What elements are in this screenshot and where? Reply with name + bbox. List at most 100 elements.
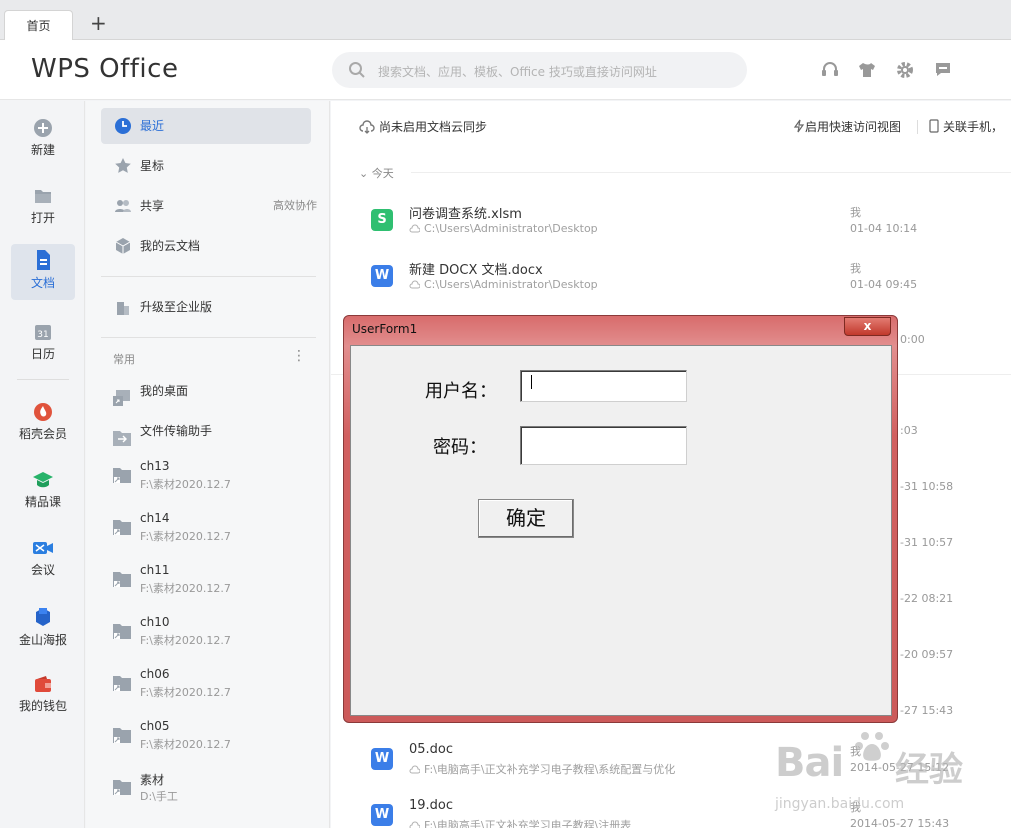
common-more-icon[interactable]: ⋮ xyxy=(292,349,306,363)
folder-item[interactable]: ch14 F:\素材2020.12.7 xyxy=(113,511,313,555)
folder-path: F:\素材2020.12.7 xyxy=(140,478,231,491)
gear-icon[interactable] xyxy=(895,60,915,80)
ok-button[interactable]: 确定 xyxy=(478,499,574,538)
message-icon[interactable] xyxy=(933,60,953,80)
spreadsheet-file-icon: S xyxy=(371,209,393,231)
leftbar-poster[interactable]: 金山海报 xyxy=(11,601,75,657)
leftbar-course[interactable]: 精品课 xyxy=(11,465,75,521)
file-path: C:\Users\Administrator\Desktop xyxy=(409,278,598,291)
search-bar[interactable]: 搜索文档、应用、模板、Office 技巧或直接访问网址 xyxy=(332,52,747,88)
folder-name: ch06 xyxy=(140,667,170,681)
leftbar-open-label: 打开 xyxy=(30,211,55,225)
app-header: WPS Office 搜索文档、应用、模板、Office 技巧或直接访问网址 xyxy=(0,40,1011,100)
leftbar-member[interactable]: 稻壳会员 xyxy=(11,397,75,453)
leftbar-new[interactable]: 新建 xyxy=(11,113,75,169)
folder-shortcut-icon xyxy=(113,624,131,639)
file-row[interactable]: S 问卷调查系统.xlsm C:\Users\Administrator\Des… xyxy=(371,203,1011,259)
nav-divider xyxy=(101,276,316,277)
meeting-icon xyxy=(33,542,53,554)
quick-view-toggle[interactable]: 启用快速访问视图 xyxy=(793,118,901,135)
collaboration-link[interactable]: 高效协作 xyxy=(273,188,317,224)
folder-path: F:\素材2020.12.7 xyxy=(140,530,231,543)
dialog-title: UserForm1 xyxy=(352,322,418,336)
today-group-header[interactable]: ⌄ 今天 xyxy=(359,165,394,181)
leftbar-meeting[interactable]: 会议 xyxy=(11,533,75,589)
common-section-label: 常用 xyxy=(113,353,135,366)
paw-icon xyxy=(855,732,889,761)
file-path-text: F:\电脑高手\正文补充学习电子教程\系统配置与优化 xyxy=(424,763,676,776)
folder-item[interactable]: ch06 F:\素材2020.12.7 xyxy=(113,667,313,711)
folder-name: 文件传输助手 xyxy=(140,424,213,438)
nav-cloud-docs[interactable]: 我的云文档 xyxy=(101,228,311,264)
wallet-icon xyxy=(35,676,51,692)
folder-item[interactable]: 素材 D:\手工 xyxy=(113,771,313,815)
file-owner: 我 xyxy=(850,206,861,219)
add-tab-button[interactable]: + xyxy=(90,12,107,34)
folder-name: ch10 xyxy=(140,615,170,629)
folder-item[interactable]: ch11 F:\素材2020.12.7 xyxy=(113,563,313,607)
file-time-partial: -22 08:21 xyxy=(900,592,954,605)
file-time: 01-04 09:45 xyxy=(850,278,918,291)
link-mobile-button[interactable]: 关联手机， xyxy=(916,118,1004,135)
leftbar-poster-label: 金山海报 xyxy=(18,633,67,647)
word-file-icon: W xyxy=(371,804,393,826)
cloud-sync-label: 尚未启用文档云同步 xyxy=(379,120,488,134)
password-field[interactable] xyxy=(520,426,687,465)
course-icon xyxy=(33,472,53,488)
folder-item[interactable]: ch05 F:\素材2020.12.7 xyxy=(113,719,313,763)
leftbar-divider xyxy=(17,379,69,380)
folder-icon xyxy=(35,190,51,203)
folder-path: D:\手工 xyxy=(140,790,178,803)
leftbar-open[interactable]: 打开 xyxy=(11,181,75,237)
nav-upgrade-enterprise[interactable]: 升级至企业版 xyxy=(101,289,311,325)
dialog-body: 用户名： 密码： 确定 xyxy=(350,345,892,716)
headset-icon[interactable] xyxy=(820,60,840,80)
cloud-icon xyxy=(409,280,421,289)
tab-home[interactable]: 首页 xyxy=(4,10,73,41)
file-row[interactable]: W 新建 DOCX 文档.docx C:\Users\Administrator… xyxy=(371,259,1011,315)
plus-circle-icon xyxy=(34,119,52,137)
leftbar-meeting-label: 会议 xyxy=(30,563,55,577)
leftbar-wallet-label: 我的钱包 xyxy=(18,699,67,713)
folder-item[interactable]: ch13 F:\素材2020.12.7 xyxy=(113,459,313,503)
folder-item[interactable]: ch10 F:\素材2020.12.7 xyxy=(113,615,313,659)
nav-shared[interactable]: 共享 高效协作 xyxy=(101,188,317,224)
leftbar-member-label: 稻壳会员 xyxy=(18,427,67,441)
tab-bar: 首页 + xyxy=(0,0,1011,41)
nav-shared-label: 共享 xyxy=(140,199,165,213)
leftbar-wallet[interactable]: 我的钱包 xyxy=(11,669,75,725)
folder-shortcut-icon xyxy=(113,728,131,743)
search-placeholder: 搜索文档、应用、模板、Office 技巧或直接访问网址 xyxy=(378,65,657,79)
link-mobile-label: 关联手机， xyxy=(943,120,1004,134)
transfer-folder-icon xyxy=(113,431,131,446)
folder-item[interactable]: 我的桌面 xyxy=(113,382,313,426)
folder-shortcut-icon xyxy=(113,468,131,483)
people-icon xyxy=(115,200,131,212)
file-name: 问卷调查系统.xlsm xyxy=(409,207,522,222)
leftbar-documents[interactable]: 文档 xyxy=(11,244,75,300)
header-icons xyxy=(806,60,953,83)
folder-shortcut-icon xyxy=(113,572,131,587)
skin-shirt-icon[interactable] xyxy=(857,60,877,80)
star-icon xyxy=(115,158,131,173)
file-time-partial: -31 10:58 xyxy=(900,480,954,493)
dialog-close-button[interactable]: x xyxy=(844,317,891,336)
nav-recent[interactable]: 最近 xyxy=(101,108,311,144)
folder-shortcut-icon xyxy=(113,676,131,691)
document-icon xyxy=(37,250,50,270)
username-field[interactable] xyxy=(520,370,687,402)
leftbar-documents-label: 文档 xyxy=(30,276,55,290)
cloud-sync-status[interactable]: 尚未启用文档云同步 xyxy=(359,118,487,135)
folder-name: 素材 xyxy=(140,773,165,787)
watermark-url: jingyan.baidu.com xyxy=(775,796,905,812)
nav-upgrade-label: 升级至企业版 xyxy=(140,300,213,314)
folder-path: F:\素材2020.12.7 xyxy=(140,738,231,751)
leftbar-calendar[interactable]: 31 日历 xyxy=(11,317,75,373)
word-file-icon: W xyxy=(371,265,393,287)
svg-text:31: 31 xyxy=(37,330,48,340)
file-name: 19.doc xyxy=(409,798,454,813)
calendar-icon: 31 xyxy=(35,325,51,340)
file-path-text: F:\电脑高手\正文补充学习电子教程\注册表 xyxy=(424,819,632,828)
lightning-icon xyxy=(793,119,805,133)
nav-starred[interactable]: 星标 xyxy=(101,148,311,184)
